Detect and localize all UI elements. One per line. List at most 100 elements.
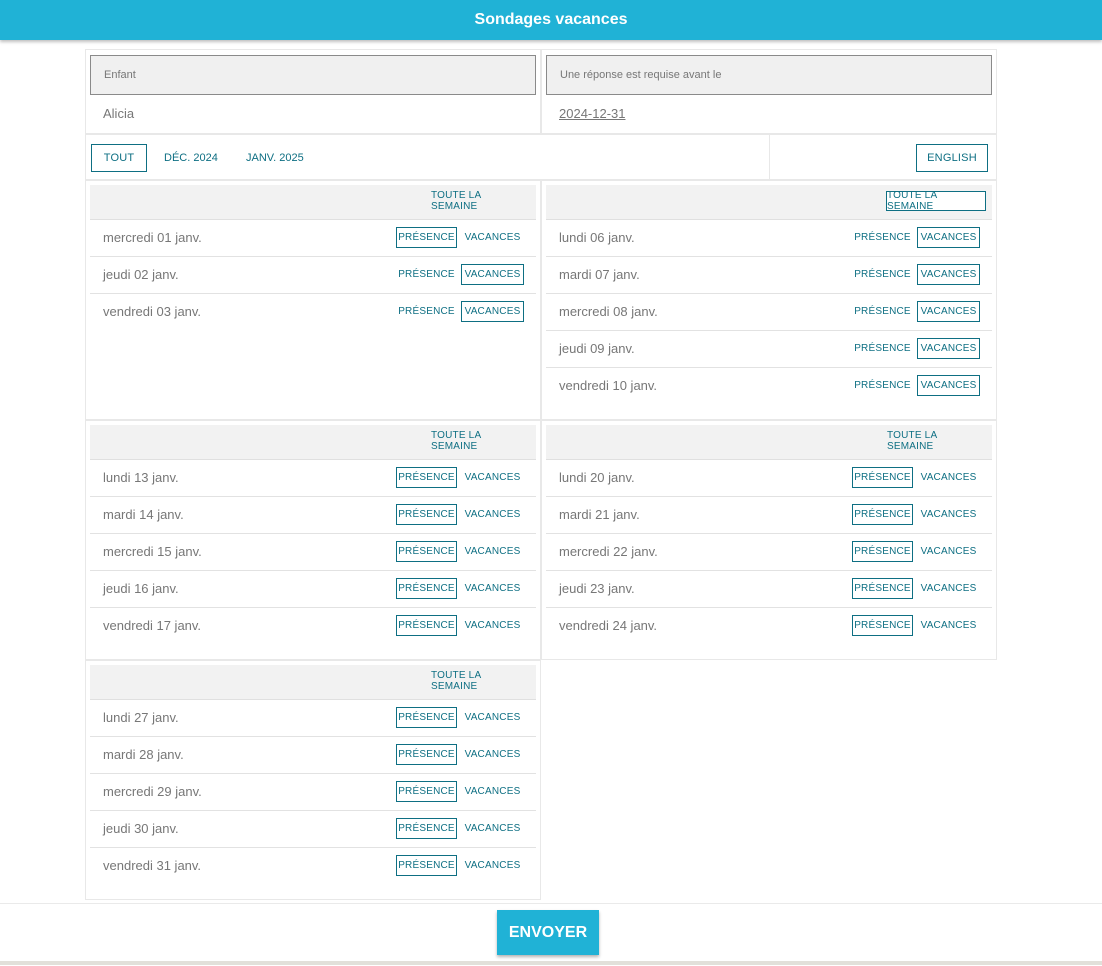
vacation-button[interactable]: VACANCES (917, 301, 980, 322)
day-label: mardi 07 janv. (559, 267, 640, 282)
presence-button[interactable]: PRÉSENCE (396, 264, 457, 285)
day-label: mercredi 22 janv. (559, 544, 658, 559)
presence-button[interactable]: PRÉSENCE (852, 264, 913, 285)
week-header: TOUTE LA SEMAINE (546, 185, 992, 220)
day-label: mercredi 29 janv. (103, 784, 202, 799)
footer-divider (0, 961, 1102, 965)
day-row: vendredi 17 janv. PRÉSENCE VACANCES (90, 607, 536, 644)
day-row: jeudi 30 janv. PRÉSENCE VACANCES (90, 810, 536, 848)
day-row: mercredi 08 janv. PRÉSENCE VACANCES (546, 293, 992, 331)
vacation-button[interactable]: VACANCES (917, 578, 980, 599)
presence-button[interactable]: PRÉSENCE (396, 855, 457, 876)
presence-button[interactable]: PRÉSENCE (852, 227, 913, 248)
vacation-button[interactable]: VACANCES (461, 467, 524, 488)
vacation-button[interactable]: VACANCES (917, 615, 980, 636)
filter-bar: TOUT DÉC. 2024 JANV. 2025 (85, 134, 770, 180)
day-row: lundi 13 janv. PRÉSENCE VACANCES (90, 459, 536, 497)
day-row: jeudi 23 janv. PRÉSENCE VACANCES (546, 570, 992, 608)
whole-week-button[interactable]: TOUTE LA SEMAINE (886, 190, 986, 212)
day-label: mardi 28 janv. (103, 747, 184, 762)
presence-button[interactable]: PRÉSENCE (852, 541, 913, 562)
vacation-button[interactable]: VACANCES (461, 264, 524, 285)
presence-button[interactable]: PRÉSENCE (852, 301, 913, 322)
day-row: vendredi 24 janv. PRÉSENCE VACANCES (546, 607, 992, 644)
language-button[interactable]: ENGLISH (916, 144, 988, 172)
presence-button[interactable]: PRÉSENCE (396, 504, 457, 525)
day-label: vendredi 17 janv. (103, 618, 202, 633)
week-header: TOUTE LA SEMAINE (90, 425, 536, 460)
presence-button[interactable]: PRÉSENCE (396, 781, 457, 802)
vacation-button[interactable]: VACANCES (917, 467, 980, 488)
presence-button[interactable]: PRÉSENCE (396, 615, 457, 636)
day-label: lundi 27 janv. (103, 710, 179, 725)
vacation-button[interactable]: VACANCES (917, 504, 980, 525)
presence-button[interactable]: PRÉSENCE (852, 375, 913, 396)
vacation-button[interactable]: VACANCES (461, 855, 524, 876)
vacation-button[interactable]: VACANCES (461, 578, 524, 599)
filter-dec-2024-link[interactable]: DÉC. 2024 (164, 152, 218, 164)
presence-button[interactable]: PRÉSENCE (852, 504, 913, 525)
day-label: mardi 21 janv. (559, 507, 640, 522)
whole-week-button[interactable]: TOUTE LA SEMAINE (430, 670, 530, 692)
vacation-button[interactable]: VACANCES (461, 301, 524, 322)
presence-button[interactable]: PRÉSENCE (396, 744, 457, 765)
vacation-button[interactable]: VACANCES (461, 781, 524, 802)
day-row: jeudi 02 janv. PRÉSENCE VACANCES (90, 256, 536, 294)
whole-week-button[interactable]: TOUTE LA SEMAINE (430, 430, 530, 452)
presence-button[interactable]: PRÉSENCE (396, 227, 457, 248)
vacation-button[interactable]: VACANCES (461, 541, 524, 562)
filter-all-button[interactable]: TOUT (91, 144, 147, 172)
day-row: mardi 07 janv. PRÉSENCE VACANCES (546, 256, 992, 294)
day-row: mercredi 29 janv. PRÉSENCE VACANCES (90, 773, 536, 811)
week-card: TOUTE LA SEMAINE lundi 20 janv. PRÉSENCE VA… (541, 420, 997, 660)
week-card: TOUTE LA SEMAINE lundi 27 janv. PRÉSENCE VA… (85, 660, 541, 900)
vacation-button[interactable]: VACANCES (461, 818, 524, 839)
presence-button[interactable]: PRÉSENCE (396, 541, 457, 562)
day-row: mercredi 15 janv. PRÉSENCE VACANCES (90, 533, 536, 571)
day-label: jeudi 16 janv. (103, 581, 179, 596)
day-label: lundi 13 janv. (103, 470, 179, 485)
day-label: lundi 06 janv. (559, 230, 635, 245)
presence-button[interactable]: PRÉSENCE (396, 578, 457, 599)
day-label: jeudi 09 janv. (559, 341, 635, 356)
filter-jan-2025-link[interactable]: JANV. 2025 (246, 152, 304, 164)
vacation-button[interactable]: VACANCES (917, 338, 980, 359)
presence-button[interactable]: PRÉSENCE (852, 578, 913, 599)
vacation-button[interactable]: VACANCES (461, 744, 524, 765)
day-row: vendredi 31 janv. PRÉSENCE VACANCES (90, 847, 536, 884)
submit-button[interactable]: ENVOYER (497, 910, 599, 955)
day-row: jeudi 09 janv. PRÉSENCE VACANCES (546, 330, 992, 368)
vacation-button[interactable]: VACANCES (461, 707, 524, 728)
presence-button[interactable]: PRÉSENCE (396, 818, 457, 839)
presence-button[interactable]: PRÉSENCE (852, 467, 913, 488)
presence-button[interactable]: PRÉSENCE (396, 707, 457, 728)
presence-button[interactable]: PRÉSENCE (852, 615, 913, 636)
vacation-button[interactable]: VACANCES (461, 504, 524, 525)
day-label: jeudi 23 janv. (559, 581, 635, 596)
vacation-button[interactable]: VACANCES (917, 264, 980, 285)
presence-button[interactable]: PRÉSENCE (396, 467, 457, 488)
whole-week-button[interactable]: TOUTE LA SEMAINE (886, 430, 986, 452)
vacation-button[interactable]: VACANCES (917, 541, 980, 562)
child-card: Enfant Alicia (85, 49, 541, 134)
day-label: mercredi 08 janv. (559, 304, 658, 319)
presence-button[interactable]: PRÉSENCE (396, 301, 457, 322)
week-card: TOUTE LA SEMAINE lundi 06 janv. PRÉSENCE VA… (541, 180, 997, 420)
week-header: TOUTE LA SEMAINE (90, 665, 536, 700)
deadline-card: Une réponse est requise avant le 2024-12… (541, 49, 997, 134)
day-row: lundi 20 janv. PRÉSENCE VACANCES (546, 459, 992, 497)
day-row: mardi 14 janv. PRÉSENCE VACANCES (90, 496, 536, 534)
whole-week-button[interactable]: TOUTE LA SEMAINE (430, 190, 530, 212)
vacation-button[interactable]: VACANCES (917, 227, 980, 248)
day-label: mercredi 01 janv. (103, 230, 202, 245)
presence-button[interactable]: PRÉSENCE (852, 338, 913, 359)
vacation-button[interactable]: VACANCES (461, 227, 524, 248)
day-row: vendredi 10 janv. PRÉSENCE VACANCES (546, 367, 992, 404)
vacation-button[interactable]: VACANCES (917, 375, 980, 396)
day-label: mardi 14 janv. (103, 507, 184, 522)
deadline-value[interactable]: 2024-12-31 (559, 106, 626, 121)
week-card: TOUTE LA SEMAINE mercredi 01 janv. PRÉSENC… (85, 180, 541, 420)
week-header: TOUTE LA SEMAINE (546, 425, 992, 460)
vacation-button[interactable]: VACANCES (461, 615, 524, 636)
day-label: vendredi 03 janv. (103, 304, 202, 319)
